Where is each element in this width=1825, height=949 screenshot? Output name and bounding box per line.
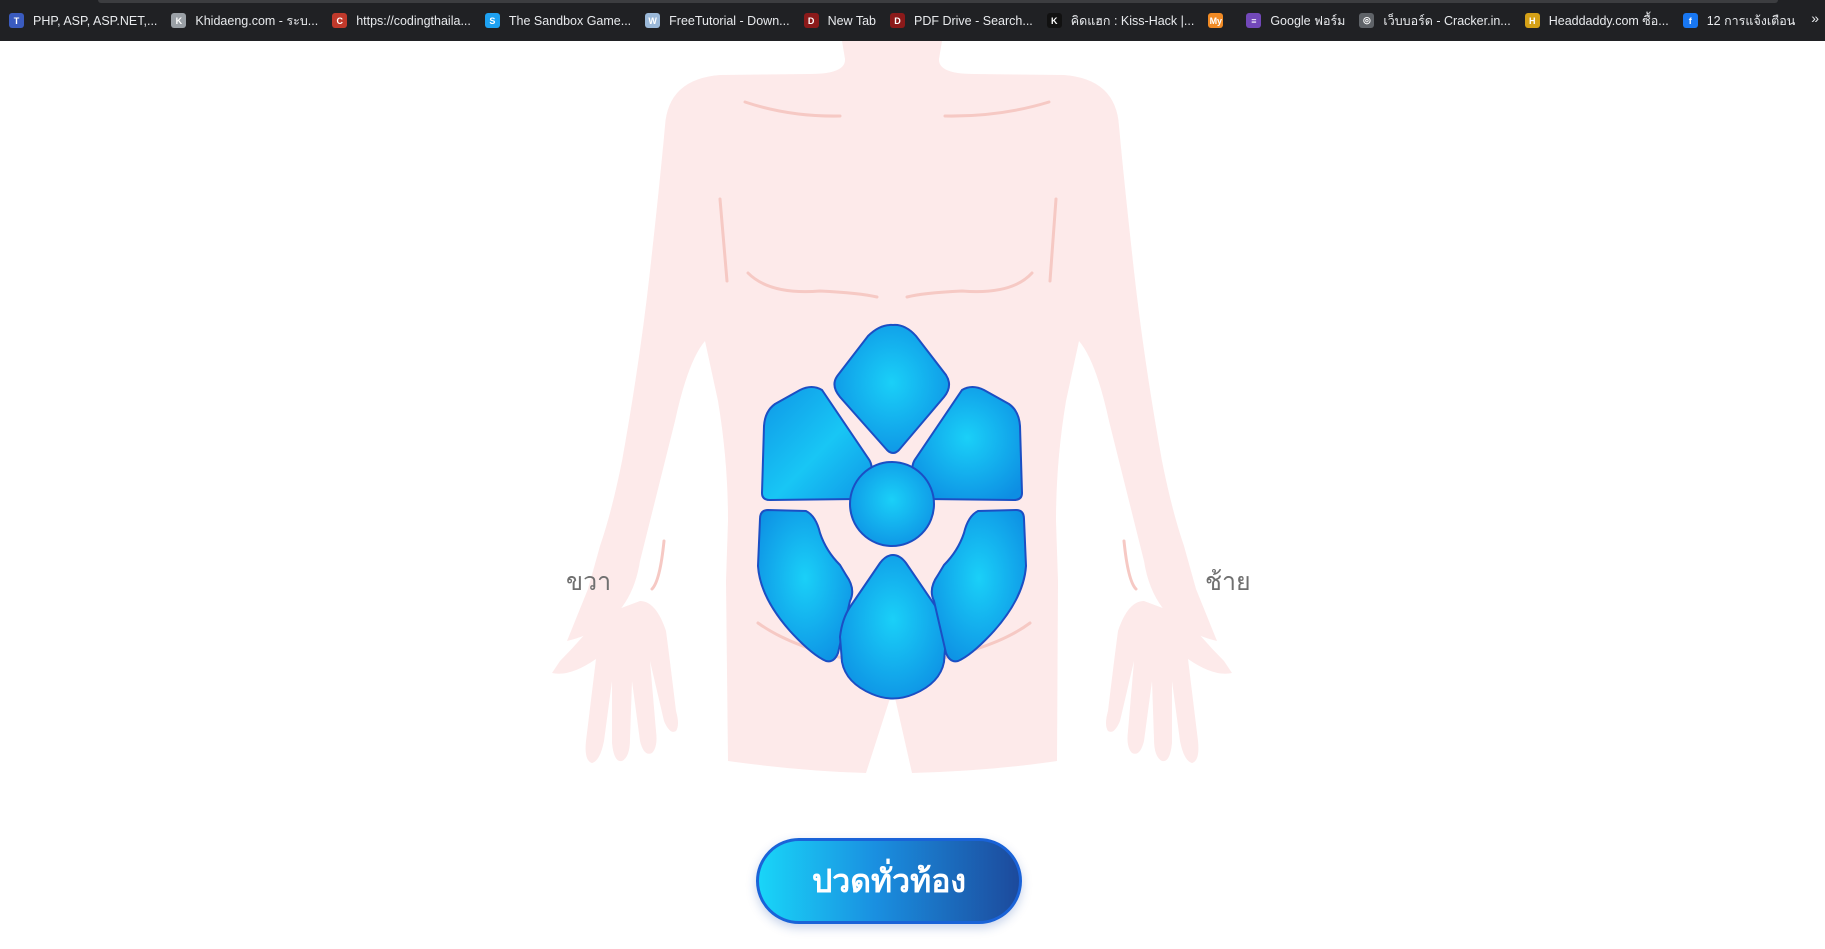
wordpress-icon: W: [645, 13, 661, 28]
region-umbilical[interactable]: [849, 461, 935, 547]
kisshack-icon: K: [1046, 13, 1062, 28]
hand-right: [552, 601, 678, 763]
bookmark-item[interactable]: D PDF Drive - Search...: [885, 7, 1042, 35]
abdomen-selector: ขวา ช้าย: [0, 41, 1825, 949]
codingthailand-icon: C: [332, 13, 348, 28]
bookmark-label: เว็บบอร์ด - Cracker.in...: [1383, 13, 1511, 28]
bookmark-item[interactable]: S The Sandbox Game...: [480, 7, 640, 35]
pdfdrive-icon: D: [889, 13, 905, 28]
bookmark-label: 12 การแจ้งเตือน: [1706, 13, 1796, 28]
bookmark-item[interactable]: H Headdaddy.com ซื้อ...: [1520, 7, 1678, 35]
bookmark-label: Google ฟอร์ม: [1270, 13, 1346, 28]
bookmark-item[interactable]: ≡ Google ฟอร์ม: [1241, 7, 1354, 35]
bookmark-label: New Tab: [827, 13, 876, 28]
bookmarks-bar: T PHP, ASP, ASP.NET,... K Khidaeng.com - ระ…: [0, 0, 1825, 41]
bookmark-label: PHP, ASP, ASP.NET,...: [33, 13, 158, 28]
sandbox-icon: S: [484, 13, 500, 28]
bookmark-label: Khidaeng.com - ระบ...: [195, 13, 319, 28]
khidaeng-icon: K: [171, 13, 187, 28]
left-side-label: ช้าย: [1205, 567, 1251, 596]
bookmark-label: Headdaddy.com ซื้อ...: [1548, 13, 1669, 28]
bookmark-label: PDF Drive - Search...: [913, 13, 1033, 28]
facebook-icon: f: [1682, 13, 1698, 28]
thaicreate-icon: T: [9, 13, 24, 28]
bookmark-item[interactable]: D New Tab: [799, 7, 885, 35]
globe-icon: ◎: [1359, 13, 1375, 28]
bookmark-item[interactable]: K Khidaeng.com - ระบ...: [166, 7, 327, 35]
bookmark-label: https://codingthaila...: [356, 13, 471, 28]
bookmark-item[interactable]: My: [1203, 7, 1241, 35]
body-illustration: [552, 41, 1232, 773]
bookmark-item[interactable]: T PHP, ASP, ASP.NET,...: [4, 7, 166, 35]
bookmark-label: The Sandbox Game...: [508, 13, 632, 28]
hand-left: [1106, 601, 1232, 763]
bookmark-item[interactable]: K คิดแฮก : Kiss-Hack |...: [1042, 7, 1204, 35]
bookmark-label: FreeTutorial - Down...: [669, 13, 790, 28]
bookmark-label: คิดแฮก : Kiss-Hack |...: [1070, 13, 1195, 28]
bookmark-item[interactable]: Chttps://codingthaila...: [327, 7, 480, 35]
whole-abdomen-pain-button[interactable]: ปวดทั่วท้อง: [756, 838, 1022, 924]
headdaddy-icon: H: [1524, 13, 1540, 28]
pdfdrive-icon: D: [803, 13, 819, 28]
bookmark-item[interactable]: ◎ เว็บบอร์ด - Cracker.in...: [1354, 7, 1519, 35]
bookmark-item[interactable]: f 12 การแจ้งเตือน: [1678, 7, 1805, 35]
google-forms-icon: ≡: [1246, 13, 1262, 28]
my-icon: My: [1208, 13, 1224, 28]
more-bookmarks-icon[interactable]: »: [1811, 10, 1819, 26]
right-side-label: ขวา: [566, 567, 612, 596]
bookmark-item[interactable]: W FreeTutorial - Down...: [640, 7, 798, 35]
